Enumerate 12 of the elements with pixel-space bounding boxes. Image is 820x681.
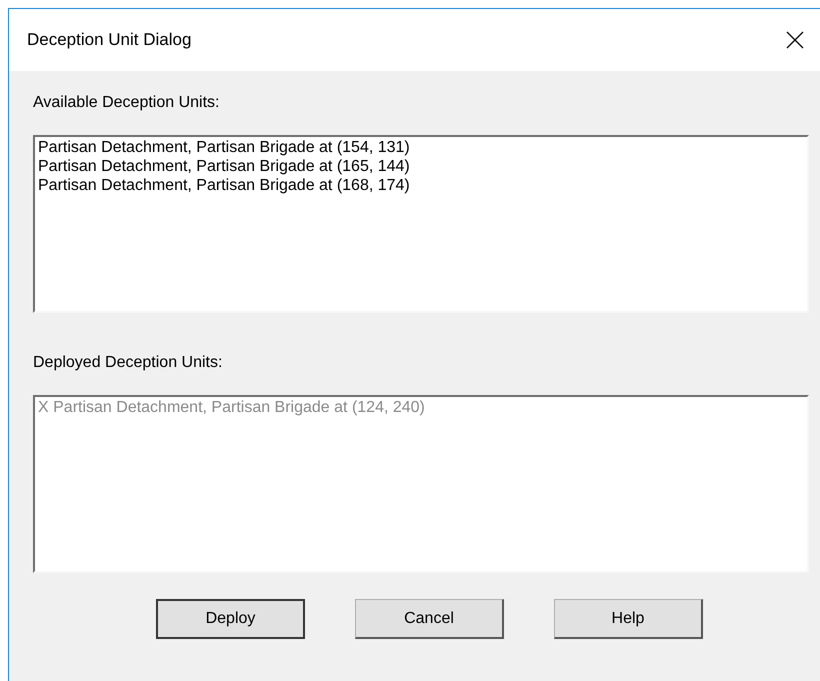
dialog-button[interactable]: Deploy xyxy=(156,599,305,639)
list-label: Available Deception Units: xyxy=(33,93,220,113)
list-item[interactable]: Partisan Detachment, Partisan Brigade at (154, 131) xyxy=(38,138,804,157)
window-title: Deception Unit Dialog xyxy=(27,29,192,52)
list-box[interactable]: Partisan Detachment, Partisan Brigade at (154, 131) Partisan Detachment, Partisan Brigade at (165, 144) Partisan Detachment, Partisan Brigade at (168, 174) xyxy=(33,135,809,313)
dialog-button[interactable]: Cancel xyxy=(355,599,504,639)
list-label: Deployed Deception Units: xyxy=(33,353,224,373)
close-icon xyxy=(786,31,804,49)
dialog-button[interactable]: Help xyxy=(554,599,703,639)
list-item[interactable]: Partisan Detachment, Partisan Brigade at (165, 144) xyxy=(38,157,804,176)
list-item[interactable]: Partisan Detachment, Partisan Brigade at (168, 174) xyxy=(38,176,804,195)
list-item: X Partisan Detachment, Partisan Brigade at (124, 240) xyxy=(38,398,426,417)
